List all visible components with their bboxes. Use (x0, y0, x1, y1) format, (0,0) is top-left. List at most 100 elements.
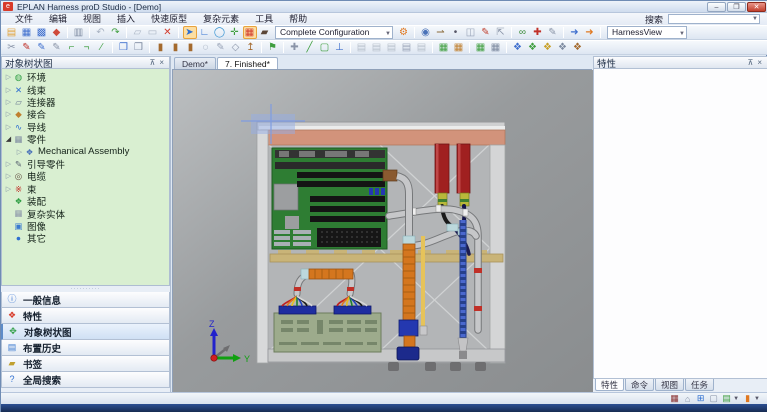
bundle-tool-1-icon[interactable]: ▮ (154, 41, 168, 54)
tree-expander-icon[interactable]: ◢ (4, 135, 13, 143)
maximize-button[interactable]: ❐ (727, 2, 746, 12)
line-tool-icon[interactable]: ∕ (95, 41, 109, 54)
dimension-tool-icon[interactable]: ⇱ (494, 26, 508, 39)
camera-view-icon[interactable]: ▰ (258, 26, 272, 39)
node-tool-icon[interactable]: ⊥ (333, 41, 347, 54)
tree-item-4[interactable]: ▷∿导线 (2, 121, 169, 133)
tree-expander-icon[interactable]: ▷ (4, 123, 13, 131)
tree-item-0[interactable]: ▷◍环境 (2, 71, 169, 83)
tree-item-10[interactable]: ❖装配 (2, 195, 169, 207)
cube-view-4-icon[interactable]: ❖ (556, 41, 570, 54)
table-view-1-icon[interactable]: ▦ (437, 41, 451, 54)
inspect-tool-icon[interactable]: ◌ (199, 41, 213, 54)
import-arrow-2-icon[interactable]: ➜ (583, 26, 597, 39)
library-1-icon[interactable]: ❒ (117, 41, 131, 54)
tree-expander-icon[interactable]: ▷ (4, 110, 13, 118)
pan-view-icon[interactable]: ✛ (228, 26, 242, 39)
panel-button-1[interactable]: ❖特性 (1, 308, 170, 324)
tree-item-2[interactable]: ▷▱连接器 (2, 96, 169, 108)
import-icon[interactable]: ◆ (50, 26, 64, 39)
configuration-combo[interactable]: Complete Configuration▼ (275, 26, 393, 39)
menu-item-6[interactable]: 工具 (247, 14, 281, 24)
workspace-mode-icon[interactable]: ▮ (741, 393, 754, 404)
table-view-4-icon[interactable]: ▦ (489, 41, 503, 54)
cube-view-2-icon[interactable]: ❖ (526, 41, 540, 54)
configuration-settings-icon[interactable]: ⚙ (397, 26, 411, 39)
view-combo[interactable]: HarnessView▼ (607, 26, 687, 39)
minimize-button[interactable]: – (707, 2, 726, 12)
blue-tube[interactable] (458, 220, 468, 359)
sketch-tool-icon[interactable]: ✎ (479, 26, 493, 39)
plane-tool-icon[interactable]: ◫ (464, 26, 478, 39)
gem-tool-icon[interactable]: ◇ (229, 41, 243, 54)
menu-item-7[interactable]: 帮助 (281, 14, 315, 24)
render-mode-icon[interactable]: ▦ (668, 393, 681, 404)
cube-view-1-icon[interactable]: ❖ (511, 41, 525, 54)
save-all-icon[interactable]: ▩ (35, 26, 49, 39)
attach-tool-icon[interactable]: ✚ (531, 26, 545, 39)
document-5-icon[interactable]: ▤ (415, 41, 429, 54)
menu-item-2[interactable]: 视图 (75, 14, 109, 24)
panel-button-2[interactable]: ✥对象树状图 (1, 324, 170, 340)
zoom-fit-icon[interactable]: ⊞ (694, 393, 707, 404)
search-input[interactable]: ▼ (668, 14, 760, 24)
pen-blue-icon[interactable]: ✎ (35, 41, 49, 54)
trim-tool-icon[interactable]: ✂ (5, 41, 19, 54)
menu-item-4[interactable]: 快速原型 (143, 14, 195, 24)
pen-light-icon[interactable]: ✎ (214, 41, 228, 54)
home-view-icon[interactable]: ⌂ (681, 393, 694, 404)
panel-button-3[interactable]: ▤布置历史 (1, 340, 170, 356)
redo-icon[interactable]: ↷ (109, 26, 123, 39)
print-icon[interactable]: ▥ (72, 26, 86, 39)
table-view-2-icon[interactable]: ▦ (452, 41, 466, 54)
document-4-icon[interactable]: ▤ (400, 41, 414, 54)
document-1-icon[interactable]: ▤ (355, 41, 369, 54)
tree-item-3[interactable]: ▷◆接合 (2, 108, 169, 120)
tree-item-13[interactable]: ●其它 (2, 232, 169, 244)
bundle-tool-3-icon[interactable]: ▮ (184, 41, 198, 54)
properties-tab-0[interactable]: 特性 (595, 379, 624, 391)
save-icon[interactable]: ▦ (20, 26, 34, 39)
selection-box-icon[interactable]: ▢ (707, 393, 720, 404)
add-tool-icon[interactable]: ✚ (288, 41, 302, 54)
tree-item-11[interactable]: ▦复杂实体 (2, 207, 169, 219)
display-config-icon[interactable]: ▤ (720, 393, 733, 404)
search-dropdown-icon[interactable]: ▼ (752, 16, 758, 22)
panel-button-5[interactable]: ?全局搜索 (1, 372, 170, 388)
tree-item-1[interactable]: ▷✕线束 (2, 83, 169, 95)
close-icon[interactable]: × (157, 58, 166, 67)
table-view-3-icon[interactable]: ▦ (474, 41, 488, 54)
viewport-3d[interactable]: Z Y (172, 69, 592, 392)
bundle-tool-2-icon[interactable]: ▮ (169, 41, 183, 54)
pen-gray-icon[interactable]: ✎ (50, 41, 64, 54)
panel-button-0[interactable]: ⓘ一般信息 (1, 292, 170, 308)
tree-expander-icon[interactable]: ▷ (4, 73, 13, 81)
pin-icon[interactable]: ⊼ (745, 58, 755, 67)
tree-expander-icon[interactable]: ▷ (15, 148, 24, 156)
dropdown-arrow-icon[interactable]: ▼ (385, 29, 391, 39)
properties-tab-2[interactable]: 视图 (655, 379, 684, 391)
raise-tool-icon[interactable]: ↥ (244, 41, 258, 54)
menu-item-1[interactable]: 编辑 (41, 14, 75, 24)
tree-item-9[interactable]: ▷※束 (2, 183, 169, 195)
properties-tab-1[interactable]: 命令 (625, 379, 654, 391)
copy-icon[interactable]: ▱ (131, 26, 145, 39)
segment-tool-icon[interactable]: ╱ (303, 41, 317, 54)
psu-box[interactable] (274, 306, 381, 352)
library-2-icon[interactable]: ❒ (132, 41, 146, 54)
menu-item-0[interactable]: 文件 (7, 14, 41, 24)
cube-view-3-icon[interactable]: ❖ (541, 41, 555, 54)
dropdown-arrow-icon[interactable]: ▼ (733, 396, 739, 402)
tree-expander-icon[interactable]: ▷ (4, 185, 13, 193)
flag-tool-icon[interactable]: ⚑ (266, 41, 280, 54)
document-tab-1[interactable]: 7. Finished* (217, 57, 278, 69)
pencil-tool-icon[interactable]: ✎ (546, 26, 560, 39)
corner-tool-2-icon[interactable]: ¬ (80, 41, 94, 54)
motherboard-pcb[interactable] (272, 148, 387, 249)
pin-icon[interactable]: ⊼ (147, 58, 157, 67)
import-arrow-1-icon[interactable]: ➜ (568, 26, 582, 39)
corner-tool-1-icon[interactable]: ⌐ (65, 41, 79, 54)
document-3-icon[interactable]: ▤ (385, 41, 399, 54)
tree-item-7[interactable]: ▷✎引导零件 (2, 158, 169, 170)
collision-check-icon[interactable]: ▦ (243, 26, 257, 39)
